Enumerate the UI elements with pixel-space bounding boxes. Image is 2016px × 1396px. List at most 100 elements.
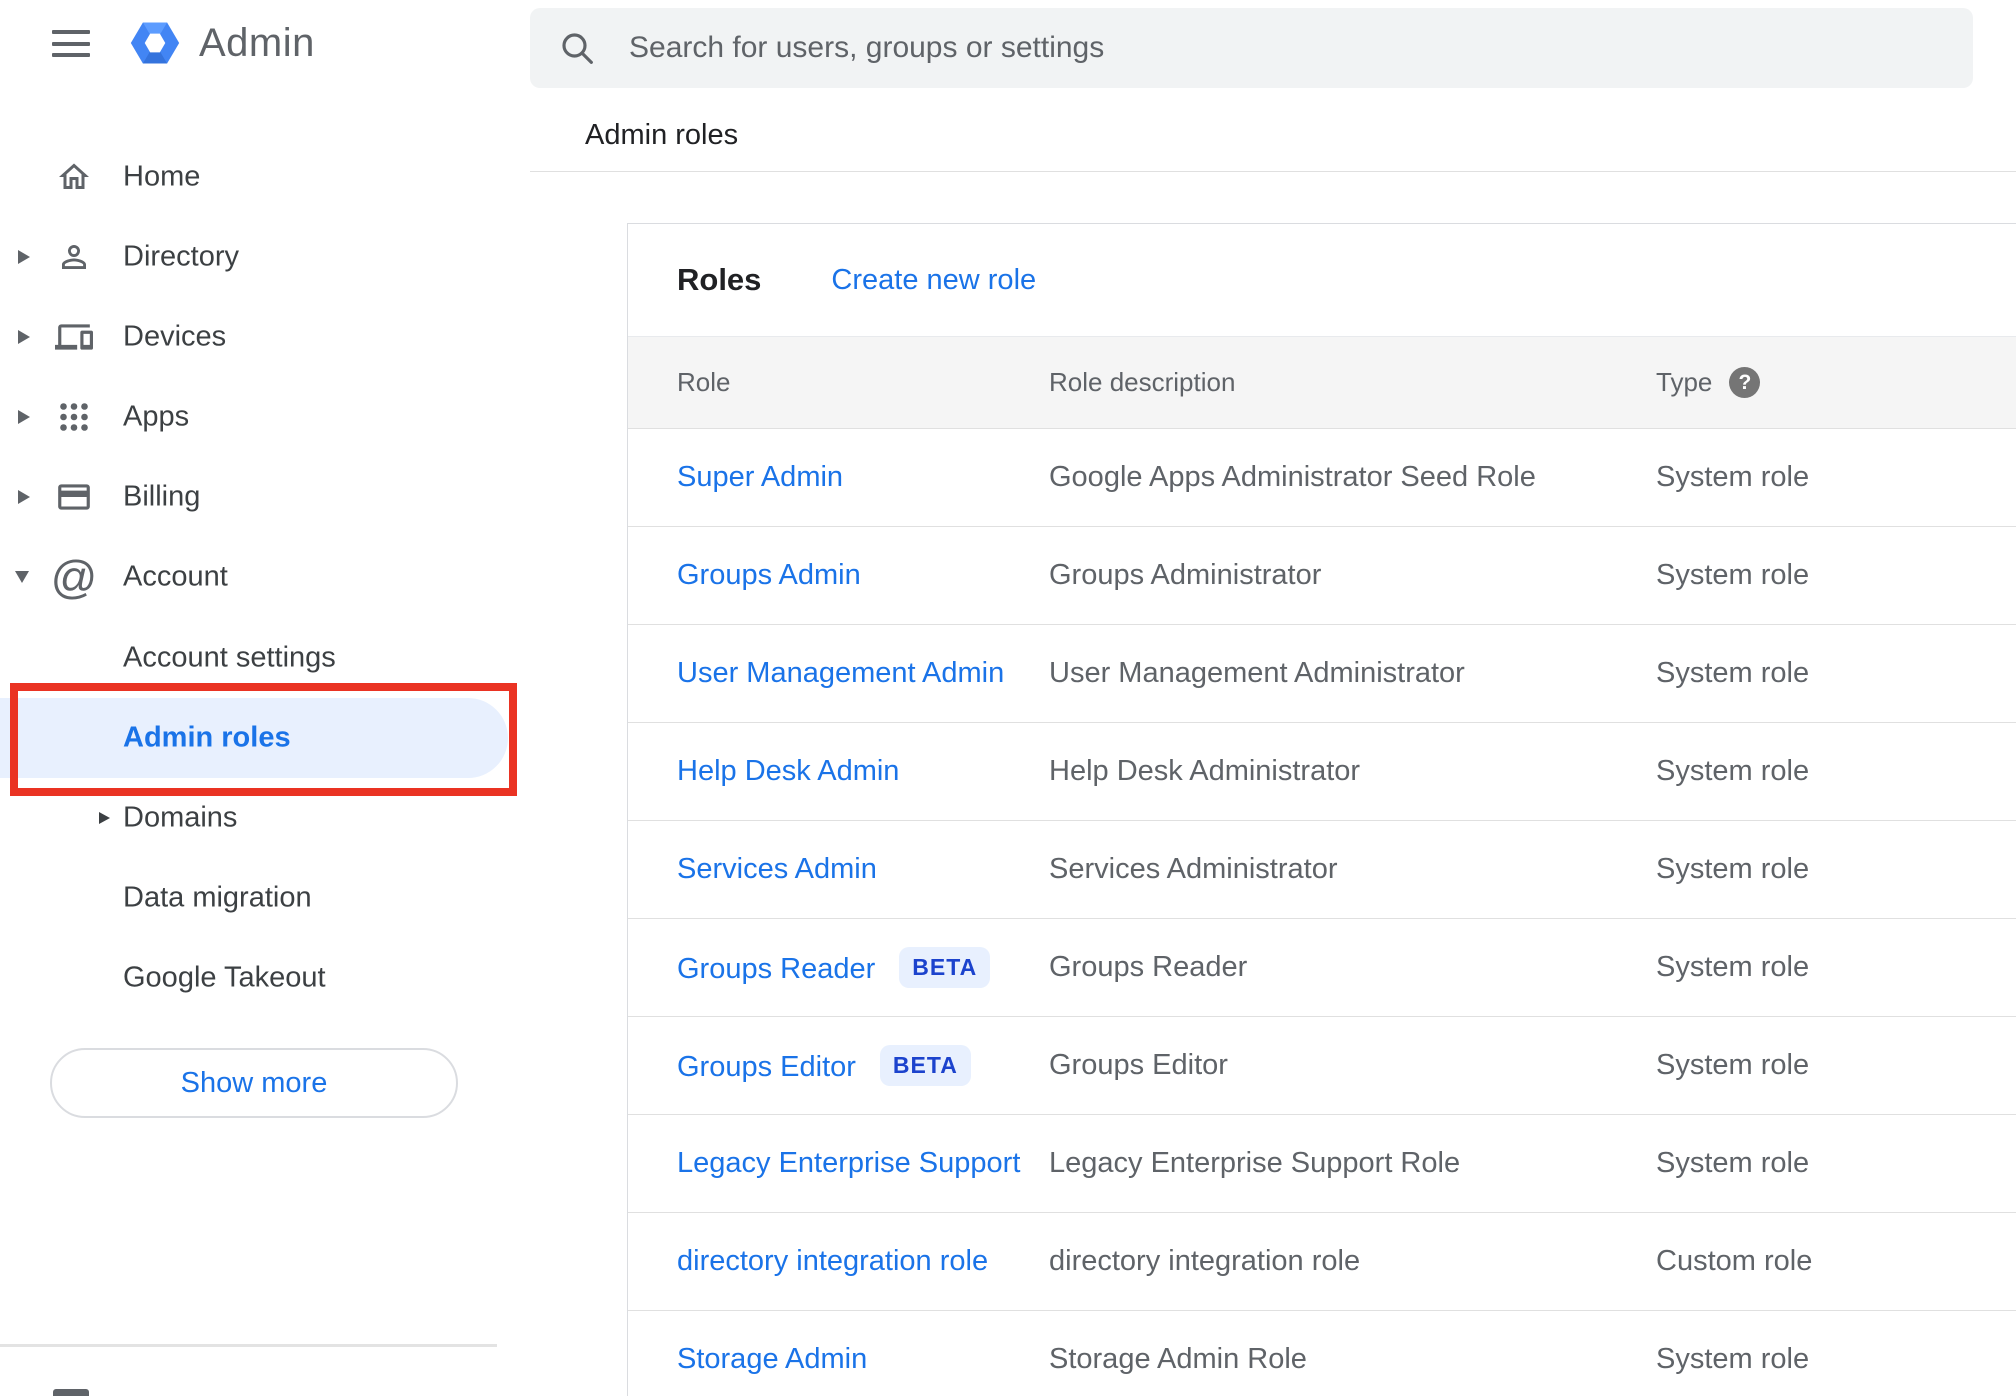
search-icon xyxy=(557,28,597,68)
devices-icon xyxy=(54,315,94,359)
sidebar-item-label: Account settings xyxy=(123,641,336,674)
role-link[interactable]: Groups Reader xyxy=(677,953,875,985)
sidebar-item-google-takeout[interactable]: Google Takeout xyxy=(0,938,530,1018)
role-type: System role xyxy=(1656,755,1810,787)
column-header-role: Role xyxy=(677,367,731,397)
role-link[interactable]: User Management Admin xyxy=(677,657,1004,689)
role-description: Groups Administrator xyxy=(1049,559,1322,591)
column-header-description: Role description xyxy=(1049,367,1236,397)
sidebar-item-domains[interactable]: Domains xyxy=(0,778,530,858)
role-type: System role xyxy=(1656,1147,1810,1179)
admin-logo: Admin xyxy=(126,14,315,72)
app-title: Admin xyxy=(199,20,315,65)
sidebar: Admin Home Directory Devices Apps Billin… xyxy=(0,0,530,1396)
role-type: System role xyxy=(1656,853,1810,885)
sidebar-item-account[interactable]: @ Account xyxy=(0,537,530,617)
sidebar-item-label: Home xyxy=(123,160,201,193)
table-row: Storage Admin Storage Admin Role System ro… xyxy=(628,1311,2016,1396)
role-description: Services Administrator xyxy=(1049,853,1338,885)
breadcrumb: Admin roles xyxy=(585,119,739,151)
table-row: Super Admin Google Apps Administrator See… xyxy=(628,429,2016,527)
role-type: Custom role xyxy=(1656,1245,1813,1277)
table-row: Services Admin Services Administrator Syst… xyxy=(628,821,2016,919)
role-link[interactable]: Legacy Enterprise Support xyxy=(677,1147,1020,1179)
sidebar-item-directory[interactable]: Directory xyxy=(0,217,530,297)
table-header-row: Role Role description Type ? xyxy=(628,336,2016,429)
role-description: Groups Reader xyxy=(1049,951,1248,983)
search-bar[interactable] xyxy=(530,8,1973,88)
roles-card-header: Roles Create new role xyxy=(628,224,2016,336)
help-icon[interactable]: ? xyxy=(1729,367,1761,398)
sidebar-item-label: Account xyxy=(123,560,228,593)
person-icon xyxy=(54,235,94,279)
expander-right-icon[interactable] xyxy=(18,250,30,264)
role-description: Legacy Enterprise Support Role xyxy=(1049,1147,1461,1179)
search-input[interactable] xyxy=(627,30,1931,66)
apps-grid-icon xyxy=(54,395,94,439)
role-description: Groups Editor xyxy=(1049,1049,1228,1081)
column-header-type: Type ? xyxy=(1656,367,2016,398)
expander-right-icon[interactable] xyxy=(18,330,30,344)
sidebar-item-label: Apps xyxy=(123,400,190,433)
sidebar-item-label: Devices xyxy=(123,320,227,353)
sidebar-item-label: Directory xyxy=(123,240,240,273)
sidebar-item-label: Domains xyxy=(123,801,238,834)
role-link[interactable]: directory integration role xyxy=(677,1245,988,1277)
sidebar-item-data-migration[interactable]: Data migration xyxy=(0,858,530,938)
role-type: System role xyxy=(1656,1049,1810,1081)
role-type: System role xyxy=(1656,559,1810,591)
table-row: Groups Reader BETA Groups Reader System rol… xyxy=(628,919,2016,1017)
role-link[interactable]: Services Admin xyxy=(677,853,877,885)
role-link[interactable]: Groups Admin xyxy=(677,559,861,591)
role-type: System role xyxy=(1656,951,1810,983)
sidebar-item-home[interactable]: Home xyxy=(0,137,530,217)
role-link[interactable]: Storage Admin xyxy=(677,1343,867,1375)
create-new-role-link[interactable]: Create new role xyxy=(831,264,1036,297)
expander-right-icon[interactable] xyxy=(99,812,110,824)
role-link[interactable]: Help Desk Admin xyxy=(677,755,899,787)
role-description: Google Apps Administrator Seed Role xyxy=(1049,461,1536,493)
role-description: directory integration role xyxy=(1049,1245,1361,1277)
credit-card-icon xyxy=(54,475,94,519)
role-link[interactable]: Super Admin xyxy=(677,461,843,493)
expander-right-icon[interactable] xyxy=(18,490,30,504)
table-row: Groups Editor BETA Groups Editor System rol… xyxy=(628,1017,2016,1115)
table-row: Groups Admin Groups Administrator System r… xyxy=(628,527,2016,625)
role-description: Help Desk Administrator xyxy=(1049,755,1361,787)
role-type: System role xyxy=(1656,461,1810,493)
role-type: System role xyxy=(1656,657,1810,689)
sidebar-item-account-settings[interactable]: Account settings xyxy=(0,618,530,698)
at-sign-icon: @ xyxy=(50,551,98,603)
sidebar-item-label: Google Takeout xyxy=(123,961,326,994)
table-row: directory integration role directory inte… xyxy=(628,1213,2016,1311)
table-row: Help Desk Admin Help Desk Administrator Sy… xyxy=(628,723,2016,821)
role-description: User Management Administrator xyxy=(1049,657,1465,689)
admin-hexagon-icon xyxy=(130,22,180,64)
table-row: Legacy Enterprise Support Legacy Enterpri… xyxy=(628,1115,2016,1213)
menu-hamburger-icon[interactable] xyxy=(52,30,90,57)
beta-badge: BETA xyxy=(879,1045,971,1086)
sidebar-item-admin-roles[interactable]: Admin roles xyxy=(0,698,508,778)
sidebar-divider xyxy=(0,1344,497,1347)
table-row: User Management Admin User Management Adm… xyxy=(628,625,2016,723)
role-type: System role xyxy=(1656,1343,1810,1375)
sidebar-item-apps[interactable]: Apps xyxy=(0,377,530,457)
home-icon xyxy=(54,155,94,199)
sidebar-item-label: Data migration xyxy=(123,881,312,914)
beta-badge: BETA xyxy=(899,947,991,988)
sidebar-item-label: Admin roles xyxy=(123,721,291,754)
sidebar-item-label: Billing xyxy=(123,480,201,513)
expander-down-icon[interactable] xyxy=(15,571,29,583)
role-link[interactable]: Groups Editor xyxy=(677,1051,856,1083)
expander-right-icon[interactable] xyxy=(18,410,30,424)
show-more-label: Show more xyxy=(180,1066,328,1099)
card-title: Roles xyxy=(677,262,762,297)
role-description: Storage Admin Role xyxy=(1049,1343,1307,1375)
header-divider xyxy=(530,171,2016,172)
sidebar-item-billing[interactable]: Billing xyxy=(0,457,530,537)
partial-bottom-icon xyxy=(53,1389,89,1396)
show-more-button[interactable]: Show more xyxy=(50,1048,458,1118)
sidebar-item-devices[interactable]: Devices xyxy=(0,297,530,377)
roles-card: Roles Create new role Role Role descript… xyxy=(627,223,2016,1396)
roles-table-body: Super Admin Google Apps Administrator See… xyxy=(628,429,2016,1396)
